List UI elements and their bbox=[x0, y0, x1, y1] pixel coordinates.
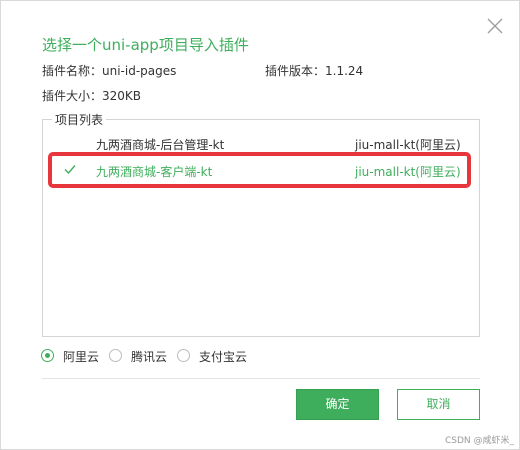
plugin-size: 插件大小：320KB bbox=[42, 89, 142, 103]
radio-alipay[interactable]: 支付宝云 bbox=[177, 347, 253, 365]
radio-dot bbox=[41, 349, 54, 362]
radio-label: 支付宝云 bbox=[199, 350, 248, 364]
confirm-button[interactable]: 确定 bbox=[296, 389, 379, 420]
radio-dot bbox=[177, 349, 190, 362]
radio-dot bbox=[109, 349, 122, 362]
footer-divider bbox=[42, 378, 480, 379]
watermark: CSDN @咸虾米_ bbox=[445, 436, 515, 446]
radio-label: 阿里云 bbox=[63, 350, 100, 364]
plugin-version: 插件版本：1.1.24 bbox=[265, 64, 364, 78]
project-item-source: jiu-mall-kt(阿里云) bbox=[355, 138, 461, 152]
radio-aliyun[interactable]: 阿里云 bbox=[41, 347, 103, 365]
close-icon bbox=[487, 18, 503, 34]
close-button[interactable] bbox=[484, 15, 506, 37]
cancel-button[interactable]: 取消 bbox=[397, 389, 480, 420]
plugin-name: 插件名称：uni-id-pages bbox=[42, 64, 177, 78]
radio-tencent[interactable]: 腾讯云 bbox=[109, 347, 171, 365]
project-item-name: 九两酒商城-后台管理-kt bbox=[96, 138, 225, 152]
import-plugin-dialog: 选择一个uni-app项目导入插件 插件名称：uni-id-pages 插件版本… bbox=[0, 0, 520, 450]
dialog-title: 选择一个uni-app项目导入插件 bbox=[42, 36, 249, 54]
project-list-legend: 项目列表 bbox=[52, 111, 107, 128]
radio-label: 腾讯云 bbox=[131, 350, 168, 364]
selection-highlight-annotation bbox=[48, 152, 471, 188]
